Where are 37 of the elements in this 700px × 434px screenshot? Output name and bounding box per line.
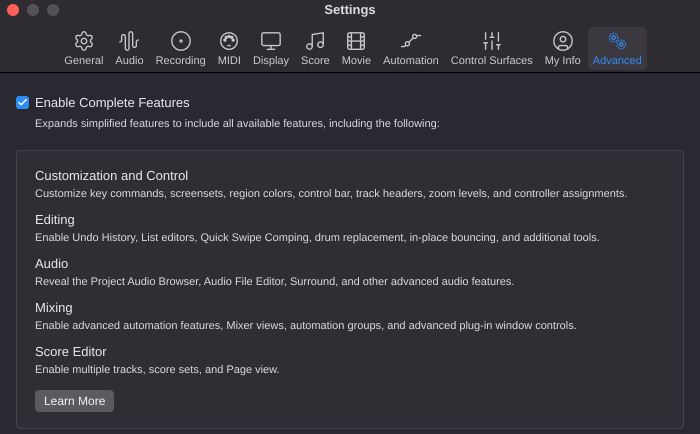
toolbar-tab[interactable]: Movie	[336, 27, 376, 70]
section-description: Customize key commands, screensets, region colors, control bar, track headers, zoom levels, and controller assignments.	[35, 188, 628, 201]
checkbox[interactable]	[16, 96, 29, 110]
section-title: Score Editor	[35, 344, 108, 360]
toolbar-tab[interactable]: MIDI	[212, 27, 246, 70]
gears-icon	[606, 30, 628, 52]
section-title: Mixing	[35, 300, 74, 316]
toolbar-tab[interactable]: Display	[248, 27, 294, 70]
section-description: Reveal the Project Audio Browser, Audio File Editor, Surround, and other advanced audio features.	[35, 276, 516, 289]
toolbar-tab[interactable]: General	[59, 27, 108, 70]
film-icon	[345, 30, 368, 52]
gear-icon	[72, 30, 95, 52]
midi-port-icon	[218, 30, 240, 52]
learn-more-button[interactable]: Learn More	[35, 390, 114, 412]
description-text: Expands simplified features to include all available features, including the following:	[35, 116, 441, 132]
music-notes-icon	[304, 30, 326, 52]
waveform-icon	[118, 30, 140, 52]
toolbar-tab[interactable]: My Info	[540, 27, 586, 70]
toolbar-tab[interactable]: Audio	[110, 27, 149, 70]
monitor-icon	[260, 30, 282, 52]
window-title: Settings	[324, 1, 376, 20]
section-description: Enable Undo History, List editors, Quick Swipe Comping, drum replacement, in-place bouncing, and additional tools.	[35, 232, 601, 245]
section-title: Audio	[35, 256, 70, 272]
section-description: Enable multiple tracks, score sets, and Page view.	[35, 364, 281, 377]
record-icon	[170, 30, 192, 52]
toolbar-tab[interactable]: Score	[296, 27, 335, 70]
checkbox-label: Enable Complete Features	[35, 94, 190, 112]
checkmark-icon	[17, 97, 28, 108]
section-description: Enable advanced automation features, Mixer views, automation groups, and advanced plug-in window controls.	[35, 320, 578, 333]
sliders-icon	[480, 30, 503, 52]
section-title: Customization and Control	[35, 168, 190, 184]
user-icon	[552, 30, 574, 52]
toolbar-tab[interactable]: Control Surfaces	[446, 27, 538, 70]
toolbar-tab[interactable]: Automation	[378, 27, 444, 70]
section-title: Editing	[35, 212, 76, 228]
toolbar-tab[interactable]: Recording	[150, 27, 211, 70]
close-button[interactable]	[7, 4, 19, 16]
